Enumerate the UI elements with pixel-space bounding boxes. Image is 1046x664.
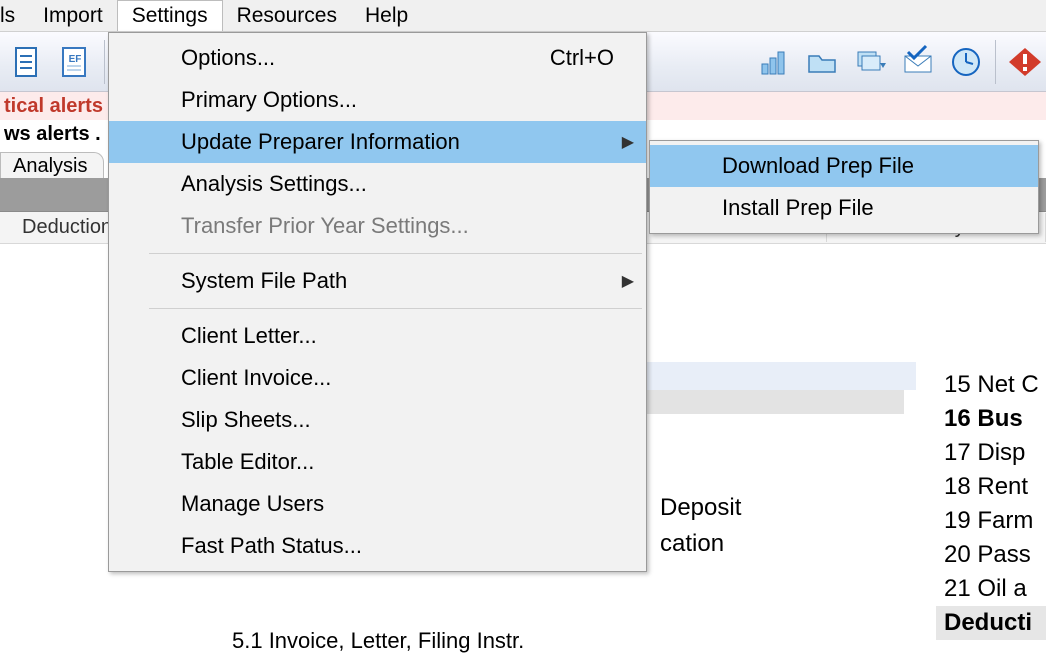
menu-item-label: Update Preparer Information — [181, 129, 460, 155]
alert-icon[interactable] — [1004, 41, 1046, 83]
menu-item-client-invoice[interactable]: Client Invoice... — [109, 357, 646, 399]
menu-item-label: Install Prep File — [722, 195, 874, 221]
list-item[interactable]: 5.1 Invoice, Letter, Filing Instr. — [232, 628, 524, 654]
menubar-item-help[interactable]: Help — [351, 1, 422, 31]
settings-menu: Options... Ctrl+O Primary Options... Upd… — [108, 32, 647, 572]
menu-item-slip-sheets[interactable]: Slip Sheets... — [109, 399, 646, 441]
list-item[interactable]: 18 Rent — [936, 470, 1046, 504]
menu-item-label: Transfer Prior Year Settings... — [181, 213, 469, 239]
menu-item-label: Client Invoice... — [181, 365, 331, 391]
menu-item-options[interactable]: Options... Ctrl+O — [109, 37, 646, 79]
list-item[interactable]: 19 Farm — [936, 504, 1046, 538]
text-fragment: Deposit — [660, 490, 741, 526]
ef-page-icon[interactable]: EF — [54, 41, 96, 83]
list-item[interactable]: 20 Pass — [936, 538, 1046, 572]
tab-analysis[interactable]: Analysis — [0, 152, 104, 178]
menu-item-primary-options[interactable]: Primary Options... — [109, 79, 646, 121]
menu-item-label: Manage Users — [181, 491, 324, 517]
stack-icon[interactable] — [849, 41, 891, 83]
menubar-item[interactable]: ls — [0, 1, 29, 31]
list-item[interactable]: 16 Bus — [936, 402, 1046, 436]
list-item[interactable]: 15 Net C — [936, 368, 1046, 402]
menu-item-label: Download Prep File — [722, 153, 914, 179]
menu-item-label: Fast Path Status... — [181, 533, 362, 559]
clock-icon[interactable] — [945, 41, 987, 83]
menu-separator — [149, 308, 642, 309]
list-item[interactable]: 17 Disp — [936, 436, 1046, 470]
menu-item-label: Table Editor... — [181, 449, 314, 475]
menubar-item-import[interactable]: Import — [29, 1, 117, 31]
menu-item-label: Analysis Settings... — [181, 171, 367, 197]
menu-item-label: Options... — [181, 45, 275, 71]
menu-item-label: Primary Options... — [181, 87, 357, 113]
list-heading: Deducti — [936, 606, 1046, 640]
submenu-item-install-prep[interactable]: Install Prep File — [650, 187, 1038, 229]
mail-check-icon[interactable] — [897, 41, 939, 83]
menubar-item-settings[interactable]: Settings — [117, 0, 223, 31]
menubar: ls Import Settings Resources Help — [0, 0, 1046, 32]
menu-item-manage-users[interactable]: Manage Users — [109, 483, 646, 525]
menu-item-fast-path[interactable]: Fast Path Status... — [109, 525, 646, 567]
menu-item-transfer-prior: Transfer Prior Year Settings... — [109, 205, 646, 247]
submenu-item-download-prep[interactable]: Download Prep File — [650, 145, 1038, 187]
right-list: 15 Net C 16 Bus 17 Disp 18 Rent 19 Farm … — [936, 368, 1046, 640]
menu-item-table-editor[interactable]: Table Editor... — [109, 441, 646, 483]
menubar-item-resources[interactable]: Resources — [223, 1, 351, 31]
text-fragment: cation — [660, 526, 741, 562]
toolbar-separator — [104, 40, 105, 84]
chevron-right-icon: ▶ — [622, 271, 634, 291]
update-preparer-submenu: Download Prep File Install Prep File — [649, 140, 1039, 234]
menu-item-label: Slip Sheets... — [181, 407, 311, 433]
menu-separator — [149, 253, 642, 254]
chevron-right-icon: ▶ — [622, 132, 634, 152]
list-item[interactable]: 21 Oil a — [936, 572, 1046, 606]
menu-item-client-letter[interactable]: Client Letter... — [109, 315, 646, 357]
menu-item-system-file-path[interactable]: System File Path ▶ — [109, 260, 646, 302]
menu-item-label: Client Letter... — [181, 323, 317, 349]
menu-item-analysis-settings[interactable]: Analysis Settings... — [109, 163, 646, 205]
svg-text:EF: EF — [69, 54, 82, 65]
document-icon[interactable] — [6, 41, 48, 83]
menu-item-accel: Ctrl+O — [550, 45, 622, 71]
folder-icon[interactable] — [801, 41, 843, 83]
bars-icon[interactable] — [753, 41, 795, 83]
content-fragment: Deposit cation — [660, 490, 741, 562]
toolbar-separator — [995, 40, 996, 84]
menu-item-update-preparer[interactable]: Update Preparer Information ▶ — [109, 121, 646, 163]
menu-item-label: System File Path — [181, 268, 347, 294]
